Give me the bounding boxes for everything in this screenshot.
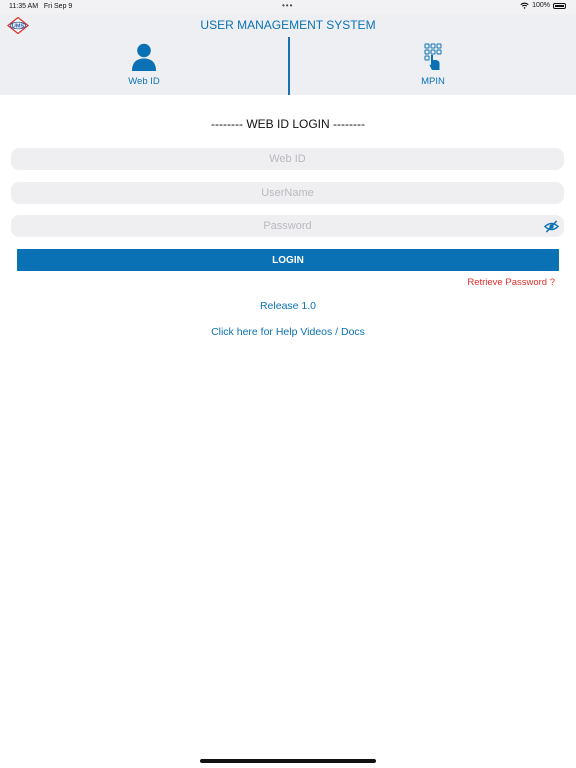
navigation-bar: UMS USER MANAGEMENT SYSTEM <box>0 14 576 37</box>
username-input[interactable] <box>11 182 564 204</box>
wifi-icon <box>520 2 529 9</box>
app-title: USER MANAGEMENT SYSTEM <box>200 18 376 32</box>
form-title: -------- WEB ID LOGIN -------- <box>211 117 365 131</box>
tab-mpin-label: MPIN <box>421 76 445 87</box>
battery-full-icon <box>553 2 566 9</box>
login-button[interactable]: LOGIN <box>17 249 559 271</box>
web-id-input[interactable] <box>11 148 564 170</box>
password-input[interactable] <box>11 215 564 237</box>
login-mode-tabs: Web ID MPIN <box>0 37 576 95</box>
status-indicators: 100% <box>520 2 566 9</box>
user-icon <box>132 43 156 71</box>
battery-percent: 100% <box>532 2 550 9</box>
status-time: 11:35 AM Fri Sep 9 <box>9 3 72 10</box>
status-date: Fri Sep 9 <box>43 3 73 10</box>
tab-web-id-label: Web ID <box>128 76 160 87</box>
status-bar: 11:35 AM Fri Sep 9 ••• 100% <box>0 0 576 14</box>
retrieve-password-link[interactable]: Retrieve Password ? <box>467 277 555 288</box>
home-indicator[interactable] <box>200 759 376 763</box>
status-time-text: 11:35 AM <box>9 3 39 10</box>
help-videos-link[interactable]: Click here for Help Videos / Docs <box>0 326 576 338</box>
eye-slash-icon[interactable] <box>544 219 559 234</box>
tab-mpin[interactable]: MPIN <box>288 37 576 95</box>
tab-web-id[interactable]: Web ID <box>0 37 288 95</box>
keypad-hand-icon <box>424 43 442 70</box>
multitasking-dots[interactable]: ••• <box>282 1 293 10</box>
release-version: Release 1.0 <box>259 300 317 312</box>
